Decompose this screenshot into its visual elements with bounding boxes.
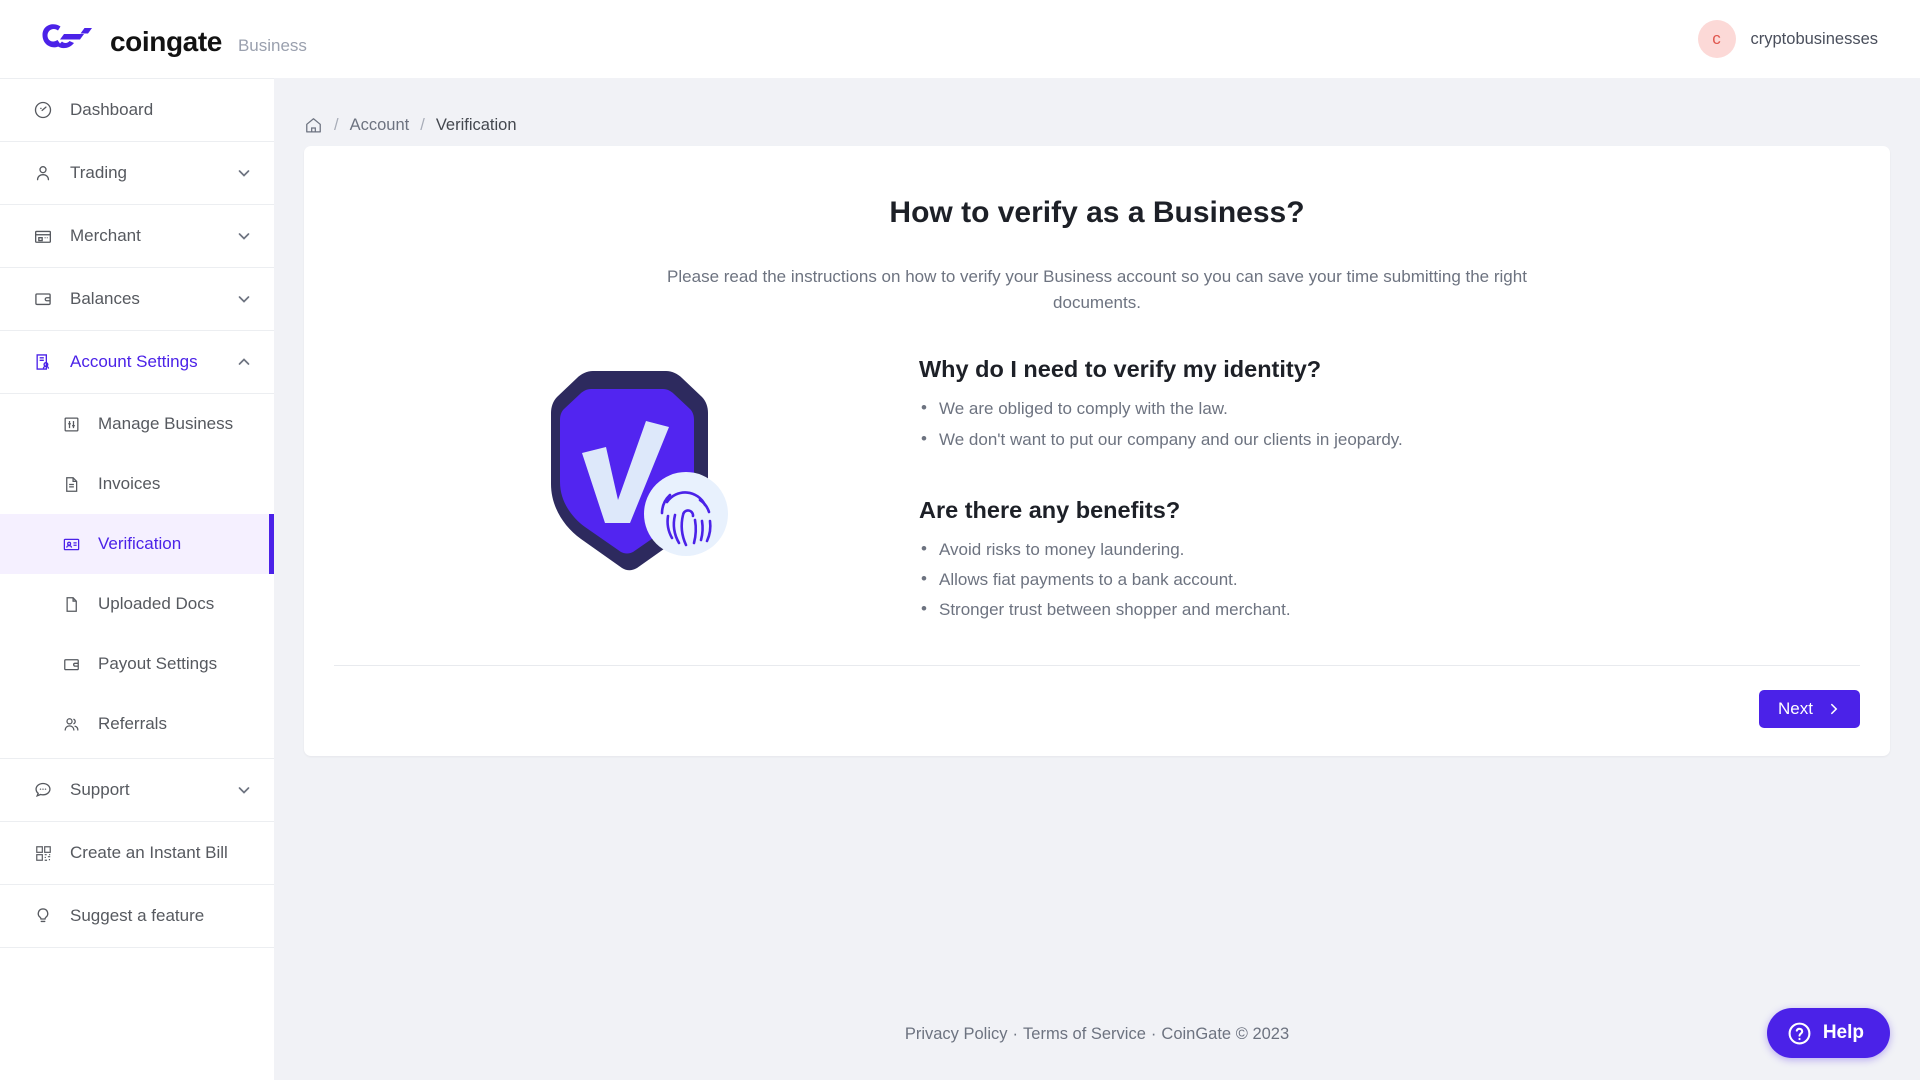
sidebar-subitem-label: Payout Settings — [98, 654, 218, 673]
sidebar-item-label: Account Settings — [70, 352, 198, 371]
sidebar-item-balances[interactable]: Balances — [0, 268, 274, 331]
sidebar-item-payout-settings[interactable]: Payout Settings — [0, 634, 274, 694]
brand-logo[interactable]: coingate Business — [40, 22, 307, 56]
help-button-label: Help — [1822, 1022, 1864, 1043]
brand-name: coingate — [110, 26, 222, 57]
sidebar-submenu-account-settings: Manage Business Invoices Verification Up… — [0, 394, 274, 759]
app-root: coingate Business c cryptobusinesses Das… — [0, 0, 1920, 1080]
chevron-up-icon — [238, 358, 250, 365]
footer-separator: · — [1150, 1024, 1157, 1043]
storefront-icon — [32, 225, 54, 247]
intro-text: Please read the instructions on how to v… — [667, 267, 1527, 313]
user-name: cryptobusinesses — [1750, 29, 1878, 48]
avatar: c — [1697, 20, 1736, 58]
content-wrapper: How to verify as a Business? Please read… — [274, 146, 1920, 988]
section-heading-why: Why do I need to verify my identity? — [919, 356, 1322, 383]
sidebar-item-dashboard[interactable]: Dashboard — [0, 79, 274, 142]
body: Dashboard Trading Merchant Balances Acco… — [0, 78, 1920, 1080]
document-lines-icon — [60, 473, 82, 495]
qr-code-icon — [32, 842, 54, 864]
person-icon — [32, 162, 54, 184]
sidebar-item-label: Suggest a feature — [70, 906, 205, 925]
people-icon — [60, 713, 82, 735]
next-button-label: Next — [1778, 699, 1813, 719]
footer-separator: · — [1012, 1024, 1019, 1043]
info-columns: Why do I need to verify my identity? We … — [334, 348, 1860, 665]
sidebar-item-uploaded-docs[interactable]: Uploaded Docs — [0, 574, 274, 634]
main-area: / Account / Verification How to verify a… — [274, 78, 1920, 1080]
sidebar-item-label: Trading — [70, 163, 128, 182]
privacy-policy-link[interactable]: Privacy Policy — [905, 1025, 1008, 1044]
sidebar-item-support[interactable]: Support — [0, 759, 274, 822]
section-heading-benefits: Are there any benefits? — [919, 496, 1181, 523]
sidebar-item-label: Create an Instant Bill — [70, 843, 228, 862]
copyright-text: CoinGate © 2023 — [1161, 1024, 1290, 1043]
sidebar-item-merchant[interactable]: Merchant — [0, 205, 274, 268]
card-footer: Next — [334, 665, 1860, 756]
sidebar: Dashboard Trading Merchant Balances Acco… — [0, 78, 274, 1080]
coingate-logo-icon — [42, 24, 92, 49]
chevron-right-icon — [1831, 704, 1838, 715]
wallet-icon — [32, 288, 54, 310]
chevron-down-icon — [238, 233, 250, 240]
document-blank-icon — [60, 593, 82, 615]
sidebar-item-referrals[interactable]: Referrals — [0, 694, 274, 754]
sidebar-subitem-label: Uploaded Docs — [98, 594, 215, 613]
list-item: Avoid risks to money laundering. — [919, 536, 1860, 563]
home-icon[interactable] — [304, 116, 323, 135]
brand-suffix: Business — [237, 36, 307, 55]
sidebar-subitem-label: Verification — [98, 534, 182, 553]
sidebar-item-verification[interactable]: Verification — [0, 514, 274, 574]
speedometer-icon — [32, 99, 54, 121]
sidebar-item-label: Dashboard — [70, 100, 154, 119]
list-item: We don't want to put our company and our… — [919, 426, 1860, 453]
shield-check-fingerprint-illustration — [550, 371, 728, 571]
verification-card: How to verify as a Business? Please read… — [304, 146, 1890, 757]
page-title: How to verify as a Business? — [889, 196, 1305, 229]
list-item: Allows fiat payments to a bank account. — [919, 566, 1860, 593]
account-settings-icon — [32, 351, 54, 373]
chat-bubble-icon — [32, 779, 54, 801]
sidebar-subitem-label: Invoices — [98, 474, 161, 493]
sidebar-item-label: Balances — [70, 289, 140, 308]
terms-of-service-link[interactable]: Terms of Service — [1023, 1025, 1146, 1044]
sliders-icon — [60, 413, 82, 435]
sidebar-subitem-label: Manage Business — [98, 414, 234, 433]
sidebar-subitem-label: Referrals — [98, 714, 167, 733]
chevron-down-icon — [238, 787, 250, 794]
chevron-down-icon — [238, 170, 250, 177]
sidebar-item-invoices[interactable]: Invoices — [0, 454, 274, 514]
user-menu[interactable]: c cryptobusinesses — [1697, 20, 1878, 58]
page-footer: Privacy Policy · Terms of Service · Coin… — [274, 988, 1920, 1080]
breadcrumb-item-account[interactable]: Account — [350, 116, 410, 135]
sidebar-item-label: Support — [70, 780, 130, 799]
breadcrumb-item-verification: Verification — [435, 116, 517, 134]
id-card-icon — [60, 533, 82, 555]
help-button[interactable]: Help — [1766, 1008, 1890, 1058]
sidebar-item-label: Merchant — [70, 226, 141, 245]
breadcrumb-separator: / — [420, 116, 425, 134]
sidebar-item-account-settings[interactable]: Account Settings — [0, 331, 274, 394]
lightbulb-icon — [32, 905, 54, 927]
breadcrumb-separator: / — [334, 116, 339, 134]
sidebar-item-trading[interactable]: Trading — [0, 142, 274, 205]
wallet-icon — [60, 653, 82, 675]
sidebar-item-manage-business[interactable]: Manage Business — [0, 394, 274, 454]
sidebar-item-create-instant-bill[interactable]: Create an Instant Bill — [0, 822, 274, 885]
info-text-column: Why do I need to verify my identity? We … — [919, 348, 1860, 627]
chevron-down-icon — [238, 296, 250, 303]
section-bullets-benefits: Avoid risks to money laundering. Allows … — [919, 536, 1860, 624]
list-item: Stronger trust between shopper and merch… — [919, 596, 1860, 623]
top-bar: coingate Business c cryptobusinesses — [0, 0, 1920, 78]
next-button[interactable]: Next — [1759, 690, 1860, 729]
breadcrumb: / Account / Verification — [274, 78, 1920, 146]
section-bullets-why: We are obliged to comply with the law. W… — [919, 395, 1860, 453]
illustration-container — [334, 348, 919, 579]
question-circle-icon — [1788, 1022, 1811, 1044]
sidebar-item-suggest-a-feature[interactable]: Suggest a feature — [0, 885, 274, 948]
list-item: We are obliged to comply with the law. — [919, 395, 1860, 422]
